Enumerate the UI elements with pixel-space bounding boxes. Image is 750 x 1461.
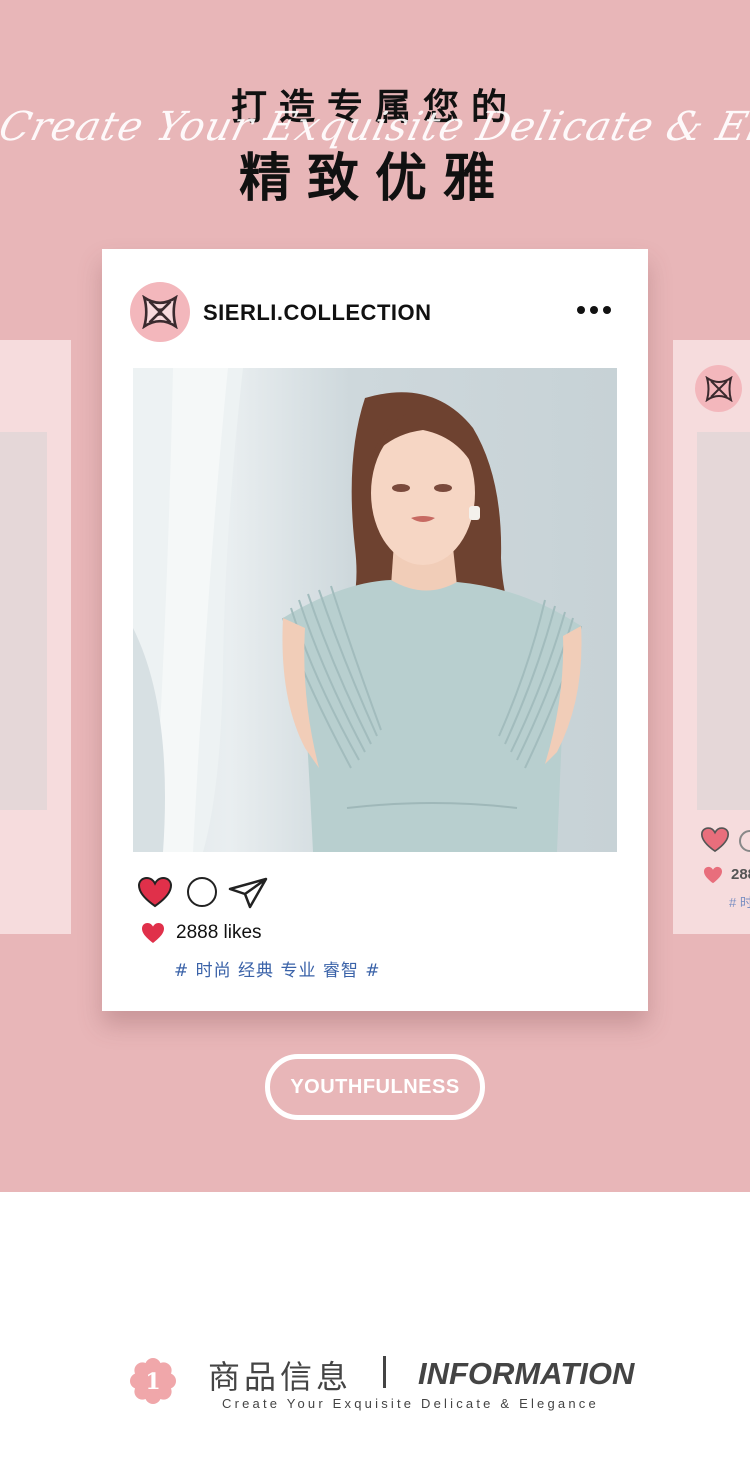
comment-icon[interactable]	[187, 877, 217, 907]
heart-icon	[142, 923, 164, 943]
account-name[interactable]: SIERLI.COLLECTION	[203, 300, 432, 326]
section-subtitle: Create Your Exquisite Delicate & Eleganc…	[222, 1396, 599, 1411]
heart-icon[interactable]	[138, 877, 172, 908]
brand-logo-icon	[695, 365, 742, 412]
hero-section: 打造专属您的 Create Your Exquisite Delicate & …	[0, 0, 750, 1192]
youthfulness-button[interactable]: YOUTHFULNESS	[265, 1054, 485, 1120]
tags-partial: # 时	[729, 895, 750, 910]
section-title-cn: 商品信息	[208, 1358, 353, 1396]
comment-icon	[739, 830, 750, 852]
side-card-photo-placeholder	[697, 432, 750, 810]
heart-icon	[701, 827, 729, 853]
side-card-right: 288 # 时	[673, 340, 750, 934]
heart-icon	[704, 866, 722, 884]
headline-line2: 精致优雅	[238, 149, 511, 209]
section-number-badge: 1	[130, 1358, 176, 1404]
title-divider	[383, 1356, 386, 1388]
hashtags[interactable]: # 时尚 经典 专业 睿智 #	[174, 956, 381, 981]
section-title-en: INFORMATION	[418, 1356, 635, 1391]
section-number: 1	[145, 1369, 160, 1395]
product-photo	[133, 368, 617, 852]
post-card: SIERLI.COLLECTION 2888 likes # 时尚 经典 专业 …	[102, 249, 648, 1011]
side-card-photo-placeholder	[0, 432, 47, 810]
send-icon[interactable]	[228, 877, 268, 909]
youthfulness-button-label: YOUTHFULNESS	[290, 1075, 460, 1098]
more-dots-icon[interactable]	[577, 306, 611, 314]
likes-count-partial: 288	[731, 866, 750, 883]
likes-count[interactable]: 2888 likes	[176, 922, 262, 944]
brand-logo-icon[interactable]	[130, 282, 190, 342]
side-card-left	[0, 340, 71, 934]
